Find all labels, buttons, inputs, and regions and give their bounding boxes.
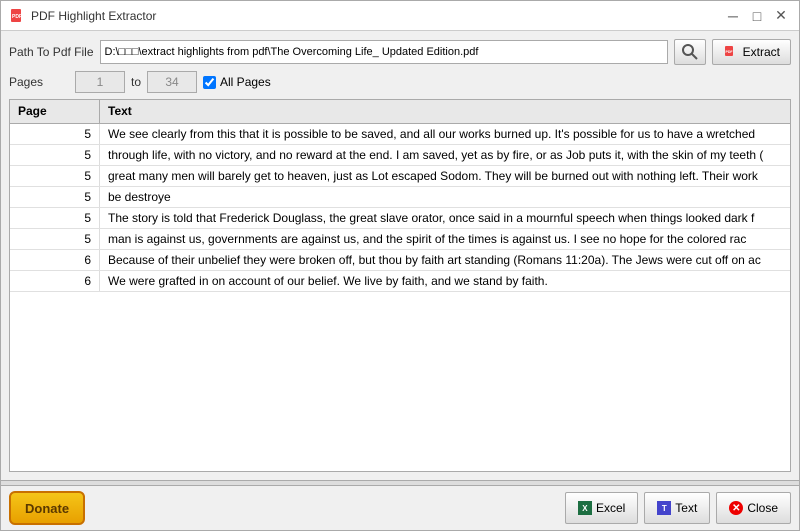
excel-icon: X xyxy=(578,501,592,515)
cell-text: through life, with no victory, and no re… xyxy=(100,145,790,165)
table-row[interactable]: 5great many men will barely get to heave… xyxy=(10,166,790,187)
cell-text: Because of their unbelief they were brok… xyxy=(100,250,790,270)
col-header-text: Text xyxy=(100,100,790,123)
extract-label: Extract xyxy=(743,45,780,59)
cell-page: 5 xyxy=(10,145,100,165)
app-icon: PDF xyxy=(9,8,25,24)
cell-text: be destroye xyxy=(100,187,790,207)
close-footer-button[interactable]: ✕ Close xyxy=(716,492,791,524)
close-label: Close xyxy=(747,501,778,515)
title-bar: PDF PDF Highlight Extractor ─ □ ✕ xyxy=(1,1,799,31)
donate-button[interactable]: Donate xyxy=(9,491,85,525)
footer-right: X Excel T Text ✕ Close xyxy=(565,492,791,524)
table-row[interactable]: 5We see clearly from this that it is pos… xyxy=(10,124,790,145)
svg-text:PDF: PDF xyxy=(12,14,22,20)
path-row: Path To Pdf File PDF Extract xyxy=(9,39,791,65)
cell-page: 6 xyxy=(10,250,100,270)
path-input[interactable] xyxy=(100,40,668,64)
main-window: PDF PDF Highlight Extractor ─ □ ✕ Path T… xyxy=(0,0,800,531)
pages-to-input[interactable] xyxy=(147,71,197,93)
table-body: 5We see clearly from this that it is pos… xyxy=(10,124,790,471)
extract-icon: PDF xyxy=(723,44,739,60)
close-button[interactable]: ✕ xyxy=(771,6,791,26)
table-row[interactable]: 6We were grafted in on account of our be… xyxy=(10,271,790,292)
cell-text: We see clearly from this that it is poss… xyxy=(100,124,790,144)
col-header-page: Page xyxy=(10,100,100,123)
cell-text: great many men will barely get to heaven… xyxy=(100,166,790,186)
pages-label: Pages xyxy=(9,75,69,89)
allpages-text: All Pages xyxy=(220,75,271,89)
table-row[interactable]: 5The story is told that Frederick Dougla… xyxy=(10,208,790,229)
text-button[interactable]: T Text xyxy=(644,492,710,524)
main-content: Path To Pdf File PDF Extract Pages to xyxy=(1,31,799,480)
pages-from-input[interactable] xyxy=(75,71,125,93)
search-icon xyxy=(681,43,699,61)
maximize-button[interactable]: □ xyxy=(747,6,767,26)
text-label: Text xyxy=(675,501,697,515)
title-bar-left: PDF PDF Highlight Extractor xyxy=(9,8,156,24)
search-button[interactable] xyxy=(674,39,706,65)
cell-page: 5 xyxy=(10,229,100,249)
allpages-checkbox[interactable] xyxy=(203,76,216,89)
cell-page: 5 xyxy=(10,124,100,144)
pages-to-label: to xyxy=(131,75,141,89)
cell-text: The story is told that Frederick Douglas… xyxy=(100,208,790,228)
table-header: Page Text xyxy=(10,100,790,124)
allpages-label[interactable]: All Pages xyxy=(203,75,271,89)
extract-button[interactable]: PDF Extract xyxy=(712,39,791,65)
table-row[interactable]: 6Because of their unbelief they were bro… xyxy=(10,250,790,271)
path-label: Path To Pdf File xyxy=(9,45,94,59)
excel-label: Excel xyxy=(596,501,625,515)
minimize-button[interactable]: ─ xyxy=(723,6,743,26)
table-row[interactable]: 5be destroye xyxy=(10,187,790,208)
svg-text:PDF: PDF xyxy=(725,50,733,54)
table-row[interactable]: 5man is against us, governments are agai… xyxy=(10,229,790,250)
cell-text: We were grafted in on account of our bel… xyxy=(100,271,790,291)
cell-page: 5 xyxy=(10,187,100,207)
cell-page: 5 xyxy=(10,208,100,228)
text-icon: T xyxy=(657,501,671,515)
table-row[interactable]: 5through life, with no victory, and no r… xyxy=(10,145,790,166)
cell-text: man is against us, governments are again… xyxy=(100,229,790,249)
excel-button[interactable]: X Excel xyxy=(565,492,638,524)
window-title: PDF Highlight Extractor xyxy=(31,9,156,23)
cell-page: 6 xyxy=(10,271,100,291)
results-table: Page Text 5We see clearly from this that… xyxy=(9,99,791,472)
cell-page: 5 xyxy=(10,166,100,186)
pages-row: Pages to All Pages xyxy=(9,71,791,93)
close-icon: ✕ xyxy=(729,501,743,515)
title-bar-controls: ─ □ ✕ xyxy=(723,6,791,26)
footer: Donate X Excel T Text ✕ Close xyxy=(1,486,799,530)
